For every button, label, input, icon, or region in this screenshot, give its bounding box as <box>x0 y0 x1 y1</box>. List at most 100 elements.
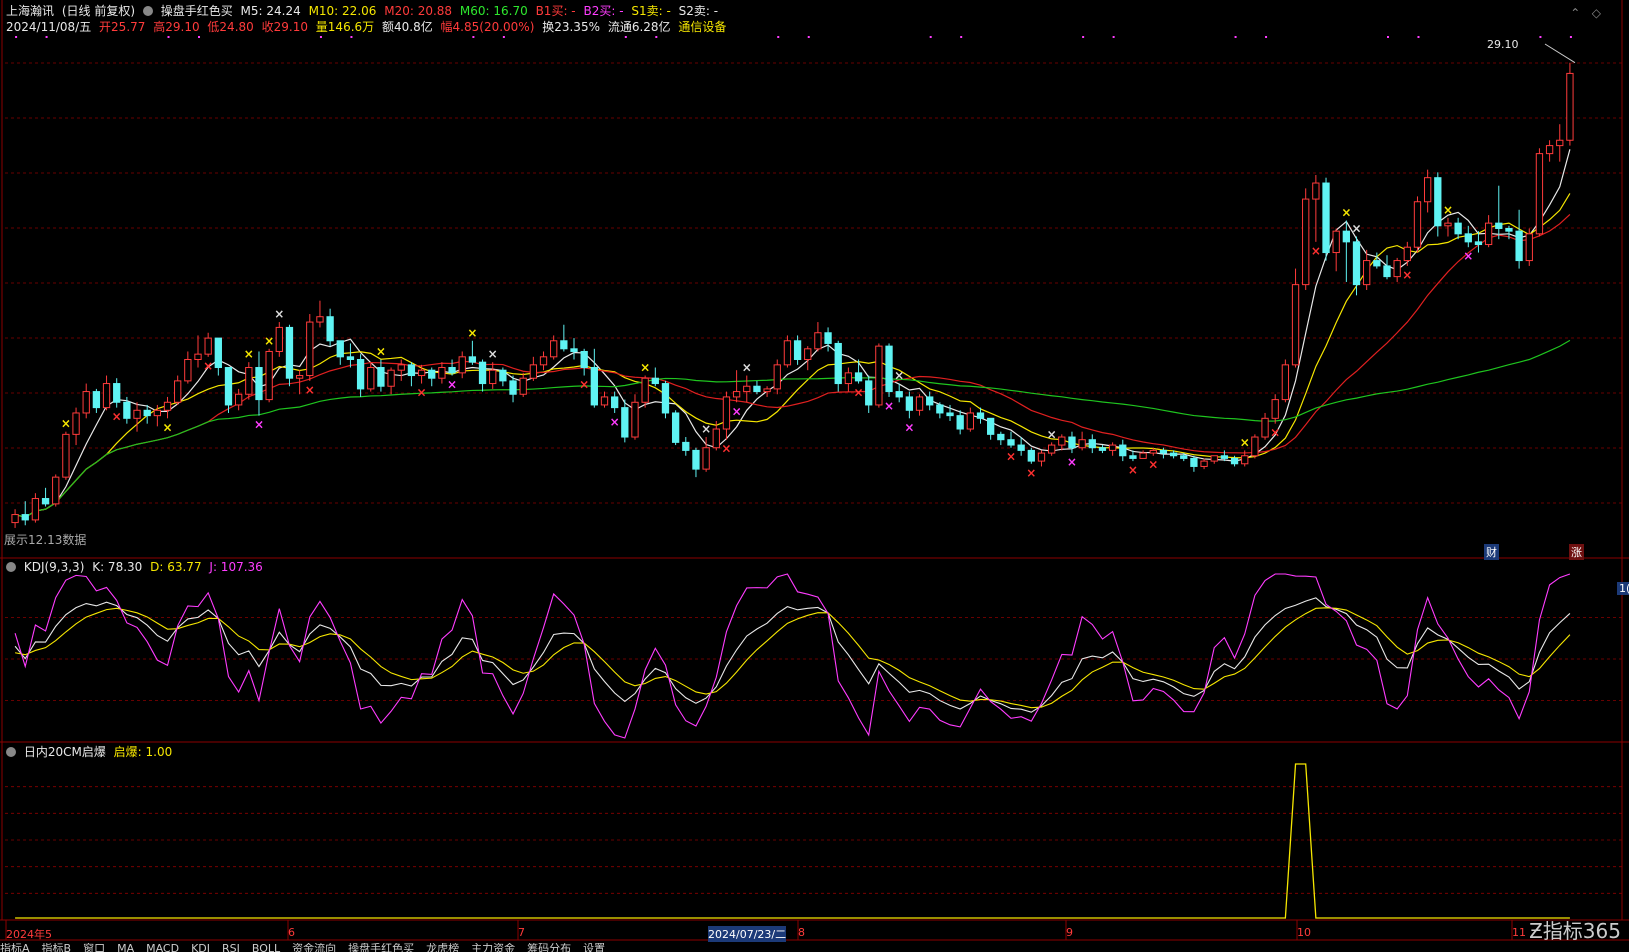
bottom-tab[interactable]: KDJ <box>191 943 210 952</box>
candle-body <box>1058 436 1066 446</box>
candle-body <box>1545 145 1554 155</box>
candle-body <box>1281 364 1290 401</box>
bottom-tab[interactable]: 操盘手红色买 <box>348 943 414 952</box>
signal-mark: × <box>1006 450 1016 464</box>
candle-body <box>92 391 101 409</box>
candle-body <box>1495 222 1503 229</box>
signal-mark: × <box>610 415 620 429</box>
candle-body <box>793 340 802 360</box>
tag-cai[interactable]: 财 <box>1484 544 1499 560</box>
signal-dot <box>167 36 170 38</box>
candle-body <box>245 367 253 395</box>
candle-body <box>600 396 609 406</box>
bottom-tab[interactable]: MA <box>117 943 134 952</box>
candle-body <box>692 449 700 470</box>
candle-body <box>448 367 456 374</box>
candle-body <box>1322 182 1330 254</box>
candle-body <box>1088 439 1096 449</box>
candle-body <box>346 356 355 360</box>
candle-body <box>1484 222 1493 246</box>
candle-body <box>1383 265 1391 278</box>
candle-body <box>1139 452 1147 459</box>
signal-mark: × <box>1463 249 1473 263</box>
x-label: 2024年5 <box>6 928 52 941</box>
candle-body <box>1423 177 1432 203</box>
candle-body <box>539 356 548 366</box>
bottom-tab[interactable]: 资金流向 <box>292 943 336 952</box>
signal-dot <box>319 36 322 38</box>
signal-mark: × <box>467 326 477 340</box>
candle-body <box>1403 246 1411 262</box>
bottom-tab[interactable]: RSI <box>222 943 240 952</box>
bottom-tab[interactable]: 主力资金 <box>471 943 515 952</box>
signal-mark: × <box>884 399 894 413</box>
signal-dot <box>960 36 963 38</box>
candle-body <box>438 367 446 379</box>
kdj-k: K: 78.30 <box>92 560 143 574</box>
stock-chart[interactable]: × × × × × × × × × × × × × × × × × × × × × × × × × × × × × × × × × × × × × × × <box>0 0 1629 952</box>
gear-icon[interactable] <box>6 562 16 572</box>
candle-body <box>458 356 466 374</box>
candle-body <box>367 367 375 390</box>
bottom-tab[interactable]: 龙虎榜 <box>426 943 459 952</box>
burst-title[interactable]: 日内20CM启爆 <box>24 745 106 759</box>
candle-body <box>529 364 538 379</box>
candle-body <box>356 358 365 390</box>
candle-body <box>377 367 385 387</box>
bottom-tabs: 指标A 指标B 窗口 MA MACD KDJ RSI BOLL 资金流向 操盘手红色买 龙虎榜 主力资… <box>0 943 1629 952</box>
candle-body <box>651 377 659 385</box>
bottom-tab[interactable]: 设置 <box>583 943 605 952</box>
kdj-title[interactable]: KDJ(9,3,3) <box>24 560 85 574</box>
candle-body <box>1078 439 1086 449</box>
signal-dot <box>1234 36 1237 38</box>
bottom-tab[interactable]: MACD <box>146 943 179 952</box>
signal-dot <box>502 36 505 38</box>
candle-body <box>1352 241 1361 286</box>
signal-mark: × <box>1026 466 1036 480</box>
bottom-tab[interactable]: 指标A <box>0 943 30 952</box>
bottom-tab[interactable]: 窗口 <box>83 943 105 952</box>
bottom-tab[interactable]: BOLL <box>252 943 280 952</box>
candle-body <box>590 367 598 406</box>
candle-body <box>509 380 517 395</box>
watermark-text: 指标365 <box>1542 919 1621 943</box>
candle-body <box>743 385 751 393</box>
signal-mark: × <box>264 334 274 348</box>
signal-mark: × <box>1128 463 1138 477</box>
candle-body <box>174 380 182 403</box>
signal-mark: × <box>376 344 386 358</box>
signal-mark: × <box>894 369 904 383</box>
overlay-text: 展示12.13数据 <box>4 533 87 547</box>
candle-body <box>997 433 1005 441</box>
candle-body <box>1200 460 1208 467</box>
tag-zhang[interactable]: 涨 <box>1569 544 1584 560</box>
signal-dot <box>15 36 18 38</box>
candle-body <box>184 358 192 382</box>
candle-body <box>611 396 619 409</box>
candle-body <box>732 391 741 398</box>
candle-body <box>814 332 822 350</box>
signal-dot <box>1112 36 1115 38</box>
candle-body <box>1251 436 1259 457</box>
candle-body <box>499 369 507 382</box>
candle-body <box>407 364 416 377</box>
kdj-d: D: 63.77 <box>150 560 202 574</box>
bottom-tab[interactable]: 筹码分布 <box>527 943 571 952</box>
gear-icon[interactable] <box>6 747 16 757</box>
candle-body <box>1149 449 1157 454</box>
signal-mark: × <box>721 442 731 456</box>
bottom-tab[interactable]: 指标B <box>42 943 72 952</box>
candle-body <box>1129 455 1137 459</box>
candle-body <box>285 326 294 379</box>
candle-body <box>1312 182 1320 200</box>
candle-body <box>478 361 487 385</box>
candle-body <box>72 412 80 435</box>
signal-mark: × <box>112 410 122 424</box>
candle-body <box>915 396 924 411</box>
signal-dot <box>777 36 780 38</box>
x-label: 8 <box>798 926 805 939</box>
candle-body <box>844 372 853 385</box>
candle-body <box>631 401 639 438</box>
signal-dot <box>1417 36 1420 38</box>
candle-body <box>52 476 60 505</box>
